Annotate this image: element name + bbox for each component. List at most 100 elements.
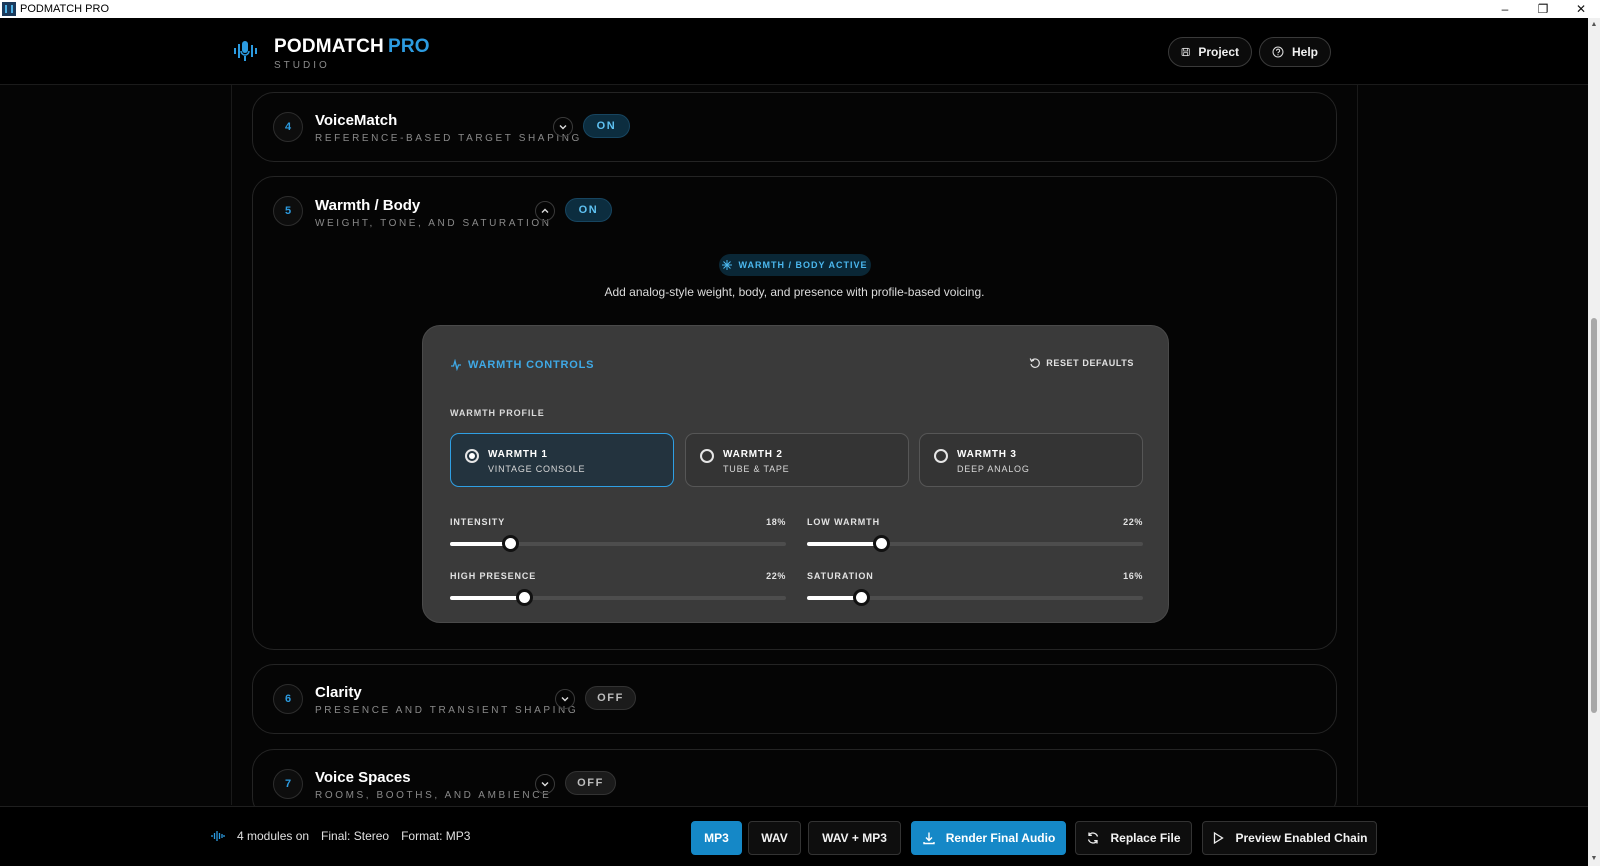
module-number: 4 (273, 112, 303, 142)
window-titlebar: PODMATCH PRO – ❐ ✕ (0, 0, 1600, 18)
module-subtitle: PRESENCE AND TRANSIENT SHAPING (315, 705, 579, 716)
restore-icon[interactable]: ❐ (1524, 0, 1562, 18)
module-clarity: 6 Clarity PRESENCE AND TRANSIENT SHAPING… (252, 664, 1337, 734)
module-toggle[interactable]: OFF (565, 771, 616, 795)
format-wav-button[interactable]: WAV (748, 821, 801, 855)
brand-name: PODMATCH PRO (274, 36, 430, 58)
module-subtitle: WEIGHT, TONE, AND SATURATION (315, 218, 552, 229)
module-number: 7 (273, 769, 303, 799)
module-toggle[interactable]: ON (565, 198, 612, 222)
render-label: Render Final Audio (945, 831, 1056, 845)
slider-value: 16% (1123, 571, 1143, 581)
module-subtitle: ROOMS, BOOTHS, AND AMBIENCE (315, 790, 552, 801)
final-output: Final: Stereo (321, 829, 390, 843)
slider-high-presence: HIGH PRESENCE 22% (450, 571, 786, 611)
replace-file-button[interactable]: Replace File (1075, 821, 1192, 855)
module-toggle[interactable]: ON (583, 114, 630, 138)
radio-selected-icon (465, 449, 479, 463)
profile-sub: TUBE & TAPE (723, 464, 790, 474)
refresh-icon (1088, 832, 1099, 844)
slider-label: HIGH PRESENCE (450, 571, 537, 581)
help-icon (1272, 46, 1284, 58)
profile-name: WARMTH 1 (488, 449, 548, 460)
slider-value: 22% (766, 571, 786, 581)
download-icon (923, 832, 935, 845)
frame-right-line (1357, 85, 1358, 805)
preview-chain-button[interactable]: Preview Enabled Chain (1202, 821, 1377, 855)
render-final-audio-button[interactable]: Render Final Audio (911, 821, 1066, 855)
slider-saturation: SATURATION 16% (807, 571, 1143, 611)
pulse-icon (451, 359, 461, 371)
module-title: VoiceMatch (315, 112, 398, 129)
slider-value: 22% (1123, 517, 1143, 527)
slider-thumb[interactable] (502, 535, 520, 552)
app-icon (2, 2, 16, 16)
project-button[interactable]: Project (1168, 37, 1252, 67)
modules-on-count: 4 modules on (237, 829, 310, 843)
status-badge: WARMTH / BODY ACTIVE (719, 254, 871, 276)
slider-thumb[interactable] (852, 589, 870, 606)
module-description: Add analog-style weight, body, and prese… (604, 285, 985, 299)
app-header: PODMATCH PRO STUDIO Project Help (0, 18, 1588, 85)
slider-fill (807, 542, 881, 546)
slider-track[interactable] (807, 589, 1143, 606)
status-badge-label: WARMTH / BODY ACTIVE (738, 260, 868, 270)
slider-label: SATURATION (807, 571, 874, 581)
brand-sub: STUDIO (274, 60, 330, 71)
profile-section-label: WARMTH PROFILE (450, 408, 545, 418)
chevron-down-icon (559, 125, 567, 130)
help-label: Help (1291, 45, 1318, 59)
radio-icon (700, 449, 714, 463)
radio-icon (934, 449, 948, 463)
expand-button[interactable] (555, 689, 575, 709)
slider-track[interactable] (450, 589, 786, 606)
scroll-down-icon[interactable]: ▼ (1590, 855, 1598, 863)
chevron-down-icon (541, 782, 549, 787)
minimize-icon[interactable]: – (1486, 0, 1524, 18)
module-voicematch: 4 VoiceMatch REFERENCE-BASED TARGET SHAP… (252, 92, 1337, 162)
profile-name: WARMTH 2 (723, 449, 783, 460)
logo-waveform-icon (234, 41, 257, 61)
slider-fill (450, 542, 511, 546)
slider-thumb[interactable] (515, 589, 533, 606)
profile-option-warmth-3[interactable]: WARMTH 3 DEEP ANALOG (919, 433, 1143, 487)
footer-bar: 4 modules on Final: Stereo Format: MP3 M… (0, 806, 1588, 866)
chevron-down-icon (561, 697, 569, 702)
save-icon (1181, 47, 1190, 57)
module-title: Voice Spaces (315, 769, 411, 786)
module-toggle[interactable]: OFF (585, 686, 636, 710)
project-label: Project (1198, 45, 1239, 59)
slider-low-warmth: LOW WARMTH 22% (807, 517, 1143, 557)
status-summary: 4 modules on Final: Stereo Format: MP3 (211, 829, 470, 843)
close-icon[interactable]: ✕ (1562, 0, 1600, 18)
slider-label: LOW WARMTH (807, 517, 880, 527)
help-button[interactable]: Help (1259, 37, 1331, 67)
window-title: PODMATCH PRO (20, 3, 110, 15)
module-warmth-body: 5 Warmth / Body WEIGHT, TONE, AND SATURA… (252, 176, 1337, 650)
brand-accent: PRO (387, 36, 430, 57)
format-wav-mp3-button[interactable]: WAV + MP3 (808, 821, 901, 855)
module-title: Warmth / Body (315, 197, 421, 214)
window-controls: – ❐ ✕ (1486, 0, 1600, 18)
module-number: 5 (273, 196, 303, 226)
format-mp3-button[interactable]: MP3 (691, 821, 742, 855)
format-readout: Format: MP3 (401, 829, 471, 843)
panel-title: WARMTH CONTROLS (450, 359, 594, 371)
profile-name: WARMTH 3 (957, 449, 1017, 460)
chevron-up-icon (541, 208, 549, 213)
scroll-thumb[interactable] (1591, 318, 1597, 713)
collapse-button[interactable] (535, 201, 555, 221)
warmth-controls-panel: WARMTH CONTROLS RESET DEFAULTS WARMTH PR… (422, 325, 1169, 623)
slider-track[interactable] (450, 535, 786, 552)
slider-value: 18% (766, 517, 786, 527)
vertical-scrollbar[interactable]: ▲ ▼ (1588, 18, 1600, 866)
slider-intensity: INTENSITY 18% (450, 517, 786, 557)
profile-option-warmth-1[interactable]: WARMTH 1 VINTAGE CONSOLE (450, 433, 674, 487)
expand-button[interactable] (553, 117, 573, 137)
profile-option-warmth-2[interactable]: WARMTH 2 TUBE & TAPE (685, 433, 909, 487)
scroll-up-icon[interactable]: ▲ (1590, 21, 1598, 29)
expand-button[interactable] (535, 774, 555, 794)
slider-thumb[interactable] (872, 535, 890, 552)
reset-defaults-button[interactable]: RESET DEFAULTS (1029, 357, 1134, 369)
slider-track[interactable] (807, 535, 1143, 552)
